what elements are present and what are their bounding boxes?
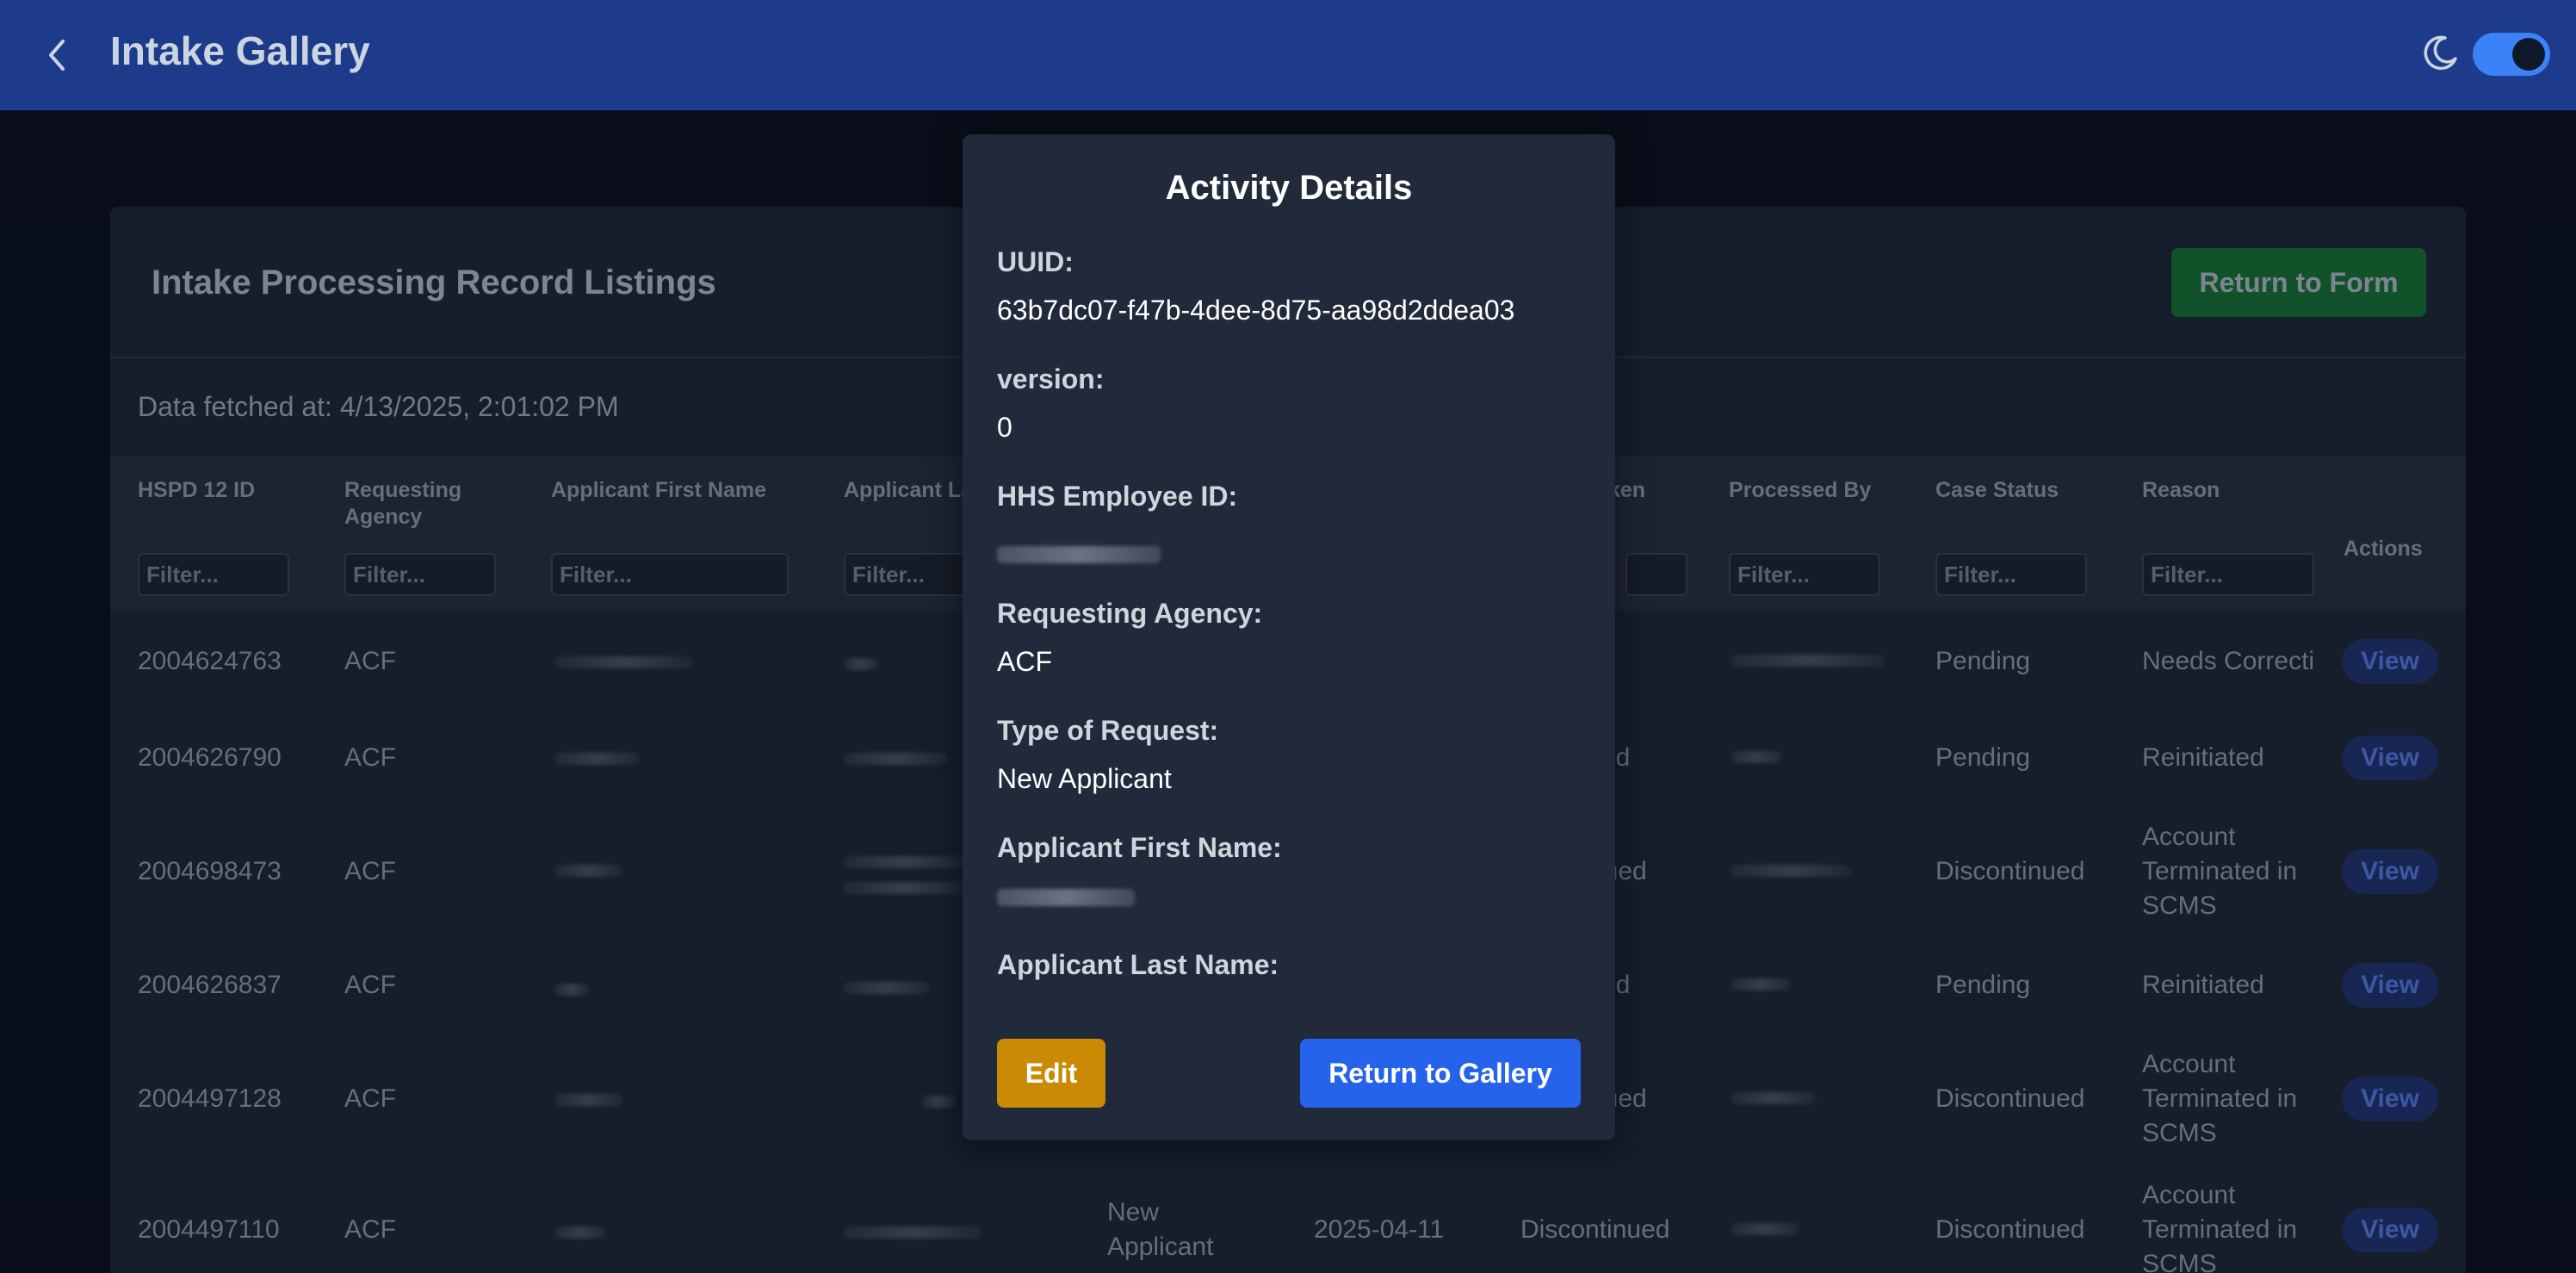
activity-details-modal: Activity Details UUID: 63b7dc07-f47b-4de… (963, 134, 1615, 1140)
field-value-uuid: 63b7dc07-f47b-4dee-8d75-aa98d2ddea03 (997, 295, 1515, 326)
field-label-hhs-employee-id: HHS Employee ID: (997, 481, 1238, 512)
toggle-knob (2512, 38, 2545, 71)
field-value-first-name-redacted (997, 889, 1135, 906)
field-value-requesting-agency: ACF (997, 646, 1052, 677)
edit-button[interactable]: Edit (997, 1039, 1105, 1108)
chevron-left-icon (49, 40, 65, 71)
modal-title: Activity Details (1165, 169, 1413, 207)
field-label-requesting-agency: Requesting Agency: (997, 598, 1263, 629)
moon-icon (2424, 35, 2457, 71)
field-label-type-of-request: Type of Request: (997, 715, 1219, 746)
dark-mode-toggle[interactable] (2473, 33, 2550, 76)
field-label-version: version: (997, 363, 1105, 394)
app-title: Intake Gallery (110, 28, 370, 73)
field-label-first-name: Applicant First Name: (997, 832, 1282, 863)
return-to-gallery-button[interactable]: Return to Gallery (1300, 1039, 1581, 1108)
field-value-version: 0 (997, 412, 1012, 443)
field-label-uuid: UUID: (997, 246, 1074, 277)
app-header: Intake Gallery (0, 0, 2576, 110)
field-label-last-name: Applicant Last Name: (997, 949, 1279, 980)
field-value-type-of-request: New Applicant (997, 763, 1172, 794)
field-value-hhs-employee-id-redacted (997, 546, 1161, 563)
back-button[interactable] (38, 31, 76, 79)
